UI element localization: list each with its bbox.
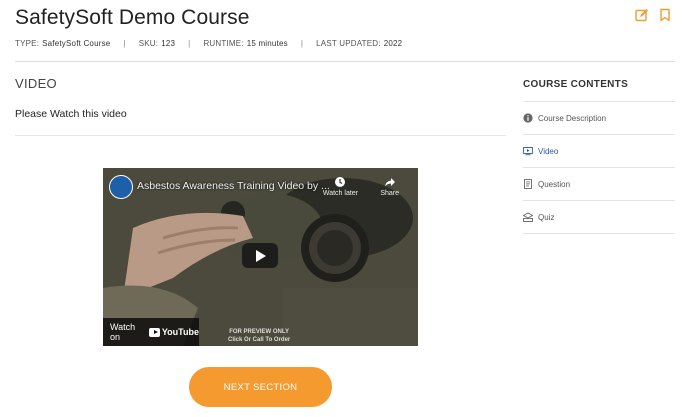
watch-on-label: Watch on: [110, 322, 136, 342]
header-divider: [15, 61, 675, 62]
course-title: SafetySoft Demo Course: [15, 6, 250, 29]
course-contents-list: Course Description Video Question Quiz: [523, 101, 675, 234]
contents-item-label: Quiz: [538, 212, 555, 222]
meta-runtime: RUNTIME: 15 minutes: [203, 39, 288, 48]
edit-icon[interactable]: [635, 8, 649, 22]
course-meta: TYPE: SafetySoft Course | SKU: 123 | RUNTI…: [15, 39, 402, 48]
meta-sku: SKU: 123: [138, 39, 176, 48]
bookmark-icon[interactable]: [658, 8, 672, 22]
channel-logo[interactable]: [109, 175, 133, 199]
youtube-logo-icon: [148, 327, 160, 337]
section-title: VIDEO: [15, 76, 57, 91]
info-icon: [523, 113, 533, 123]
contents-item-course-description[interactable]: Course Description: [523, 101, 675, 134]
video-title[interactable]: Asbestos Awareness Training Video by ...: [137, 180, 330, 192]
share-label: Share: [380, 190, 399, 197]
watch-later-label: Watch later: [322, 190, 358, 197]
contents-item-video[interactable]: Video: [523, 134, 675, 167]
meta-divider: |: [188, 39, 191, 48]
quiz-icon: [523, 212, 533, 222]
meta-divider: |: [123, 39, 126, 48]
header-actions: [635, 8, 672, 22]
youtube-label: YouTube: [161, 327, 199, 337]
contents-item-label: Video: [538, 146, 559, 156]
watch-later-button[interactable]: Watch later: [323, 176, 358, 197]
meta-last-updated: LAST UPDATED: 2022: [316, 39, 403, 48]
next-section-button[interactable]: NEXT SECTION: [189, 367, 332, 407]
contents-item-label: Question: [538, 179, 571, 189]
contents-item-label: Course Description: [538, 113, 607, 123]
document-icon: [524, 179, 532, 189]
meta-type: TYPE: SafetySoft Course: [15, 39, 111, 48]
clock-icon: [335, 177, 346, 187]
course-contents-title: COURSE CONTENTS: [523, 79, 629, 90]
section-divider: [15, 135, 506, 136]
watch-on-youtube-link[interactable]: Watch on YouTube: [103, 318, 199, 346]
preview-note-line2: Click Or Call To Order: [228, 337, 291, 343]
share-icon: [384, 178, 395, 187]
video-icon: [523, 147, 533, 156]
meta-divider: |: [300, 39, 304, 48]
section-instruction: Please Watch this video: [15, 108, 127, 120]
contents-item-quiz[interactable]: Quiz: [523, 200, 675, 234]
play-button[interactable]: [242, 243, 278, 268]
preview-note: FOR PREVIEW ONLY Click Or Call To Order: [228, 328, 290, 344]
video-player[interactable]: Asbestos Awareness Training Video by ...…: [103, 168, 418, 346]
share-button[interactable]: Share: [380, 176, 399, 197]
preview-note-line1: FOR PREVIEW ONLY: [229, 329, 290, 335]
contents-item-question[interactable]: Question: [523, 167, 675, 200]
